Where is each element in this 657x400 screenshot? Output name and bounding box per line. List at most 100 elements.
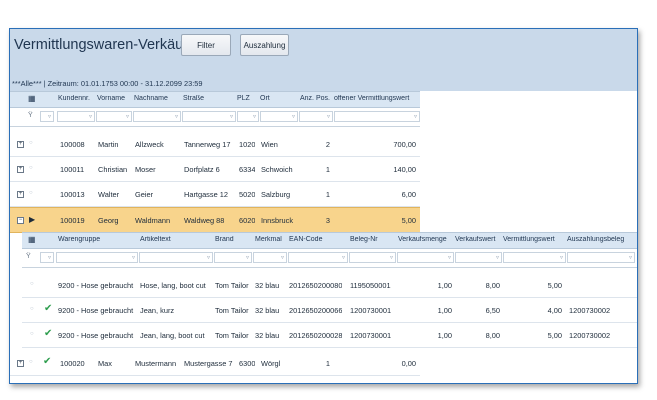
cell-merkmal: 32 blau — [255, 306, 280, 315]
customer-filter-row: Ÿ ▿ ▿ ▿ ▿ ▿ ▿ ▿ ▿ ▿ — [10, 108, 420, 127]
col-vermittlungswert[interactable]: Vermittlungswert — [503, 236, 565, 243]
filter-wert[interactable]: ▿ — [334, 111, 420, 122]
row-indicator-icon: ○ — [30, 281, 34, 287]
col-strasse[interactable]: Straße — [183, 95, 235, 102]
filter-ort[interactable]: ▿ — [260, 111, 298, 122]
cell-brand: Tom Tailor — [215, 306, 249, 315]
filter-warengruppe[interactable]: ▿ — [56, 252, 138, 263]
cell-anz: 3 — [325, 216, 330, 225]
page-title: Vermittlungswaren-Verkäufe — [14, 37, 196, 53]
row-indicator-icon: ○ — [30, 306, 34, 312]
plus-box-icon[interactable]: + — [17, 360, 24, 367]
header-panel: Vermittlungswaren-Verkäufe Filter Auszah… — [10, 29, 637, 91]
funnel-icon[interactable]: Ÿ — [26, 253, 31, 260]
cell-anz: 1 — [325, 190, 330, 199]
filter-ean[interactable]: ▿ — [288, 252, 348, 263]
col-anz-pos[interactable]: Anz. Pos. — [300, 95, 332, 102]
col-nachname[interactable]: Nachname — [134, 95, 180, 102]
detail-row[interactable]: ○ ✔ 9200 - Hose gebraucht Jean, lang, bo… — [22, 323, 637, 348]
cell-kundennr: 100008 — [60, 140, 85, 149]
col-artikeltext[interactable]: Artikeltext — [140, 236, 210, 243]
cell-vmwert: 5,00 — [547, 331, 562, 340]
col-plz[interactable]: PLZ — [237, 95, 255, 102]
cell-strasse: Waldweg 88 — [184, 216, 225, 225]
cell-vorname: Max — [98, 359, 112, 368]
auszahlung-button[interactable]: Auszahlung — [240, 34, 289, 56]
cell-ort: Schwoich — [261, 165, 293, 174]
filter-plz[interactable]: ▿ — [237, 111, 259, 122]
plus-box-icon[interactable]: + — [17, 141, 24, 148]
checkmark-icon: ✔ — [43, 356, 52, 367]
col-offener-wert[interactable]: offener Vermittlungswert — [334, 95, 420, 102]
customer-row[interactable]: + ○ ✔ 100020 Max Mustermann Mustergasse … — [10, 351, 420, 376]
filter-anz[interactable]: ▿ — [299, 111, 333, 122]
filter-artikeltext[interactable]: ▿ — [139, 252, 213, 263]
cell-strasse: Hartgasse 12 — [184, 190, 228, 199]
cell-brand: Tom Tailor — [215, 281, 249, 290]
cell-kundennr: 100013 — [60, 190, 85, 199]
col-beleg-nr[interactable]: Beleg-Nr — [350, 236, 394, 243]
customer-row[interactable]: + ○ 100008 Martin Allzweck Tannerweg 17 … — [10, 132, 420, 157]
col-warengruppe[interactable]: Warengruppe — [58, 236, 134, 243]
col-ort[interactable]: Ort — [260, 95, 296, 102]
cell-kundennr: 100019 — [60, 216, 85, 225]
customer-row[interactable]: + ○ 100011 Christian Moser Dorfplatz 6 6… — [10, 157, 420, 182]
minus-box-icon[interactable]: − — [17, 217, 24, 224]
col-verkaufsmenge[interactable]: Verkaufsmenge — [398, 236, 454, 243]
filter-menge[interactable]: ▿ — [397, 252, 454, 263]
customer-row-selected[interactable]: − ▶ 100019 Georg Waldmann Waldweg 88 602… — [10, 207, 420, 233]
cell-nachname: Allzweck — [135, 140, 164, 149]
col-auszahlungsbeleg[interactable]: Auszahlungsbeleg — [567, 236, 635, 243]
column-chooser-icon[interactable]: ▦ — [28, 94, 36, 103]
column-chooser-icon[interactable]: ▦ — [28, 235, 36, 244]
cell-wert: 5,00 — [401, 216, 416, 225]
cell-artikeltext: Hose, lang, boot cut — [140, 281, 206, 290]
main-window: Vermittlungswaren-Verkäufe Filter Auszah… — [9, 28, 638, 384]
row-indicator-icon: ○ — [30, 331, 34, 337]
cell-azbeleg: 1200730002 — [569, 306, 611, 315]
filter-vorname[interactable]: ▿ — [96, 111, 132, 122]
cell-plz: 6300 — [239, 359, 256, 368]
filter-nachname[interactable]: ▿ — [133, 111, 181, 122]
cell-plz: 6334 — [239, 165, 256, 174]
cell-menge: 1,00 — [437, 331, 452, 340]
cell-vmwert: 5,00 — [547, 281, 562, 290]
col-ean-code[interactable]: EAN-Code — [289, 236, 347, 243]
col-brand[interactable]: Brand — [215, 236, 251, 243]
filter-cell[interactable]: ▿ — [40, 252, 54, 263]
col-kundennr[interactable]: Kundennr. — [58, 95, 94, 102]
cell-beleg: 1195050001 — [350, 281, 391, 290]
cell-wert: 140,00 — [393, 165, 416, 174]
filter-cell[interactable]: ▿ — [40, 111, 54, 122]
col-verkaufswert[interactable]: Verkaufswert — [455, 236, 501, 243]
row-indicator-icon: ○ — [29, 359, 33, 365]
filter-azbeleg[interactable]: ▿ — [567, 252, 635, 263]
filter-vmwert[interactable]: ▿ — [503, 252, 566, 263]
col-vorname[interactable]: Vorname — [97, 95, 131, 102]
cell-plz: 5020 — [239, 190, 256, 199]
funnel-icon[interactable]: Ÿ — [28, 112, 33, 119]
cell-menge: 1,00 — [437, 281, 452, 290]
detail-grid-header: ▦ Warengruppe Artikeltext Brand Merkmal … — [22, 232, 637, 249]
filter-beleg[interactable]: ▿ — [349, 252, 396, 263]
customer-row[interactable]: + ○ 100013 Walter Geier Hartgasse 12 502… — [10, 182, 420, 207]
cell-ort: Wien — [261, 140, 278, 149]
plus-box-icon[interactable]: + — [17, 191, 24, 198]
filter-button[interactable]: Filter — [181, 34, 231, 56]
filter-vkwert[interactable]: ▿ — [455, 252, 502, 263]
plus-box-icon[interactable]: + — [17, 166, 24, 173]
cell-menge: 1,00 — [437, 306, 452, 315]
detail-row[interactable]: ○ 9200 - Hose gebraucht Hose, lang, boot… — [22, 273, 637, 298]
cell-plz: 1020 — [239, 140, 256, 149]
filter-brand[interactable]: ▿ — [214, 252, 252, 263]
detail-row[interactable]: ○ ✔ 9200 - Hose gebraucht Jean, kurz Tom… — [22, 298, 637, 323]
cell-nachname: Waldmann — [135, 216, 171, 225]
filter-merkmal[interactable]: ▿ — [253, 252, 287, 263]
col-merkmal[interactable]: Merkmal — [255, 236, 287, 243]
cell-anz: 1 — [325, 165, 330, 174]
checkmark-icon: ✔ — [44, 328, 53, 339]
filter-kundennr[interactable]: ▿ — [57, 111, 95, 122]
cell-plz: 6020 — [239, 216, 256, 225]
filter-strasse[interactable]: ▿ — [182, 111, 236, 122]
cell-merkmal: 32 blau — [255, 331, 280, 340]
